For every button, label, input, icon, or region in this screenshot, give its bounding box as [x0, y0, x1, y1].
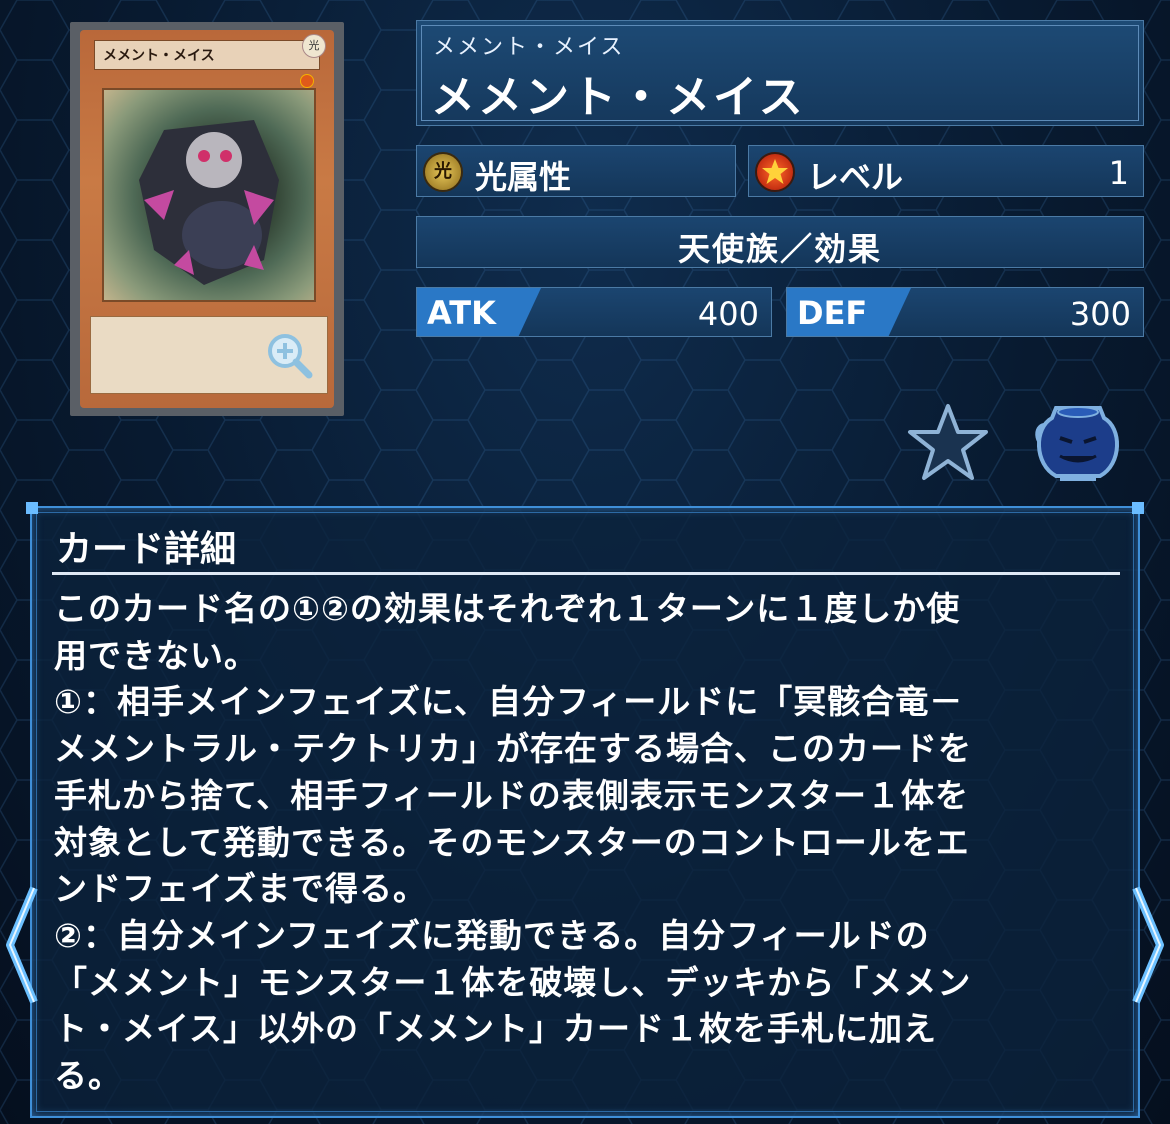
- detail-heading: カード詳細: [56, 529, 237, 570]
- card-name-bar: メメント・メイス: [94, 40, 320, 70]
- card-level-star: [300, 74, 314, 88]
- chevron-right-icon[interactable]: [1126, 880, 1170, 1010]
- monster-type: 天使族／効果: [677, 230, 882, 268]
- light-attribute-icon: 光: [423, 152, 463, 192]
- level-star-icon: [755, 152, 795, 192]
- pot-of-greed-icon[interactable]: [1030, 400, 1126, 484]
- card-artwork: [102, 88, 316, 302]
- frame-corner: [26, 502, 38, 514]
- frame-corner: [1132, 502, 1144, 514]
- star-icon[interactable]: [906, 402, 990, 482]
- def-panel: DEF 300: [786, 287, 1144, 337]
- card-name-title: メメント・メイス: [431, 72, 806, 123]
- atk-value: 400: [697, 295, 759, 333]
- card-title-panel: メメント・メイス メメント・メイス: [416, 20, 1144, 126]
- chevron-left-icon[interactable]: [0, 880, 44, 1010]
- attribute-panel: 光 光属性: [416, 145, 736, 197]
- level-label: レベル: [807, 158, 904, 196]
- heading-divider: [52, 572, 1120, 575]
- attribute-label: 光属性: [475, 158, 572, 196]
- atk-panel: ATK 400: [416, 287, 772, 337]
- def-label: DEF: [797, 294, 868, 332]
- card-detail-panel: カード詳細 このカード名の①②の効果はそれぞれ１ターンに１度しか使 用できない。…: [26, 502, 1144, 1118]
- card-text-box: [90, 316, 328, 394]
- card-attribute-mark: 光: [302, 34, 326, 58]
- level-value: 1: [1108, 154, 1129, 192]
- type-panel: 天使族／効果: [416, 216, 1144, 268]
- atk-label: ATK: [427, 294, 496, 332]
- card-effect-text: このカード名の①②の効果はそれぞれ１ターンに１度しか使 用できない。 ①：相手メ…: [54, 589, 972, 1096]
- card-name-ruby: メメント・メイス: [433, 35, 625, 60]
- level-panel: レベル 1: [748, 145, 1144, 197]
- zoom-in-icon[interactable]: [265, 331, 313, 379]
- def-value: 300: [1069, 295, 1131, 333]
- card-image[interactable]: メメント・メイス 光: [80, 30, 334, 408]
